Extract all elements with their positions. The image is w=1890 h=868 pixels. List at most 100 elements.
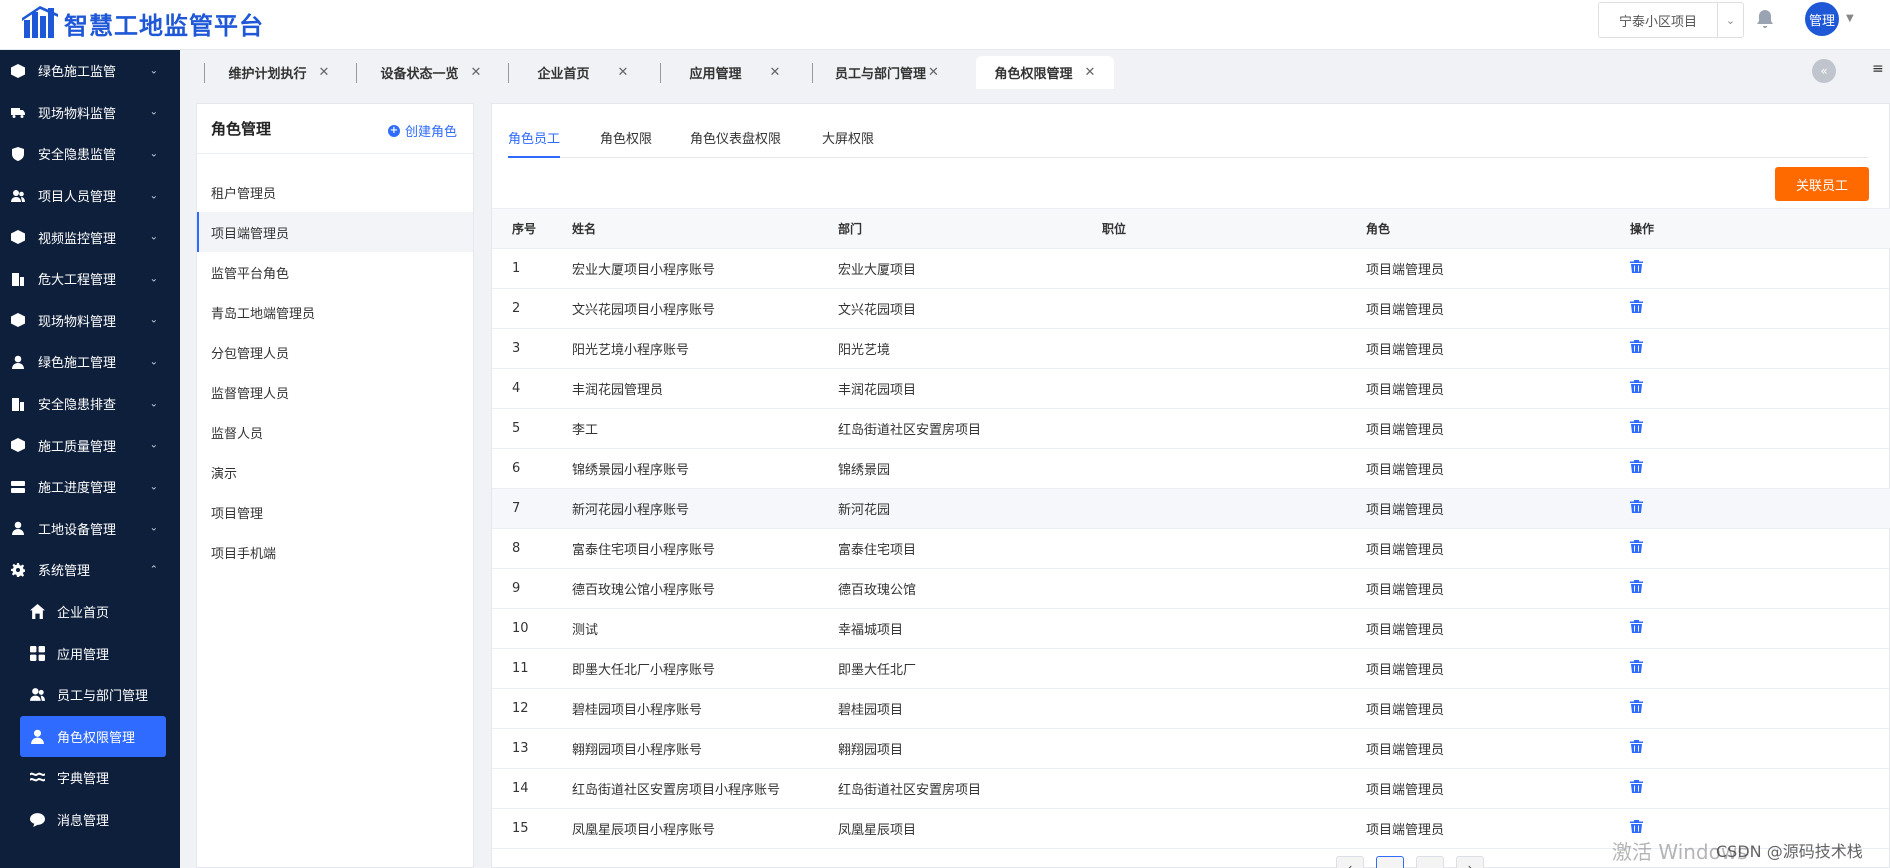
tab-staff-dept[interactable]: 员工与部门管理 ✕ bbox=[812, 56, 962, 89]
page-button[interactable] bbox=[1416, 856, 1444, 868]
role-item[interactable]: 监督人员 bbox=[197, 412, 473, 452]
trash-icon[interactable] bbox=[1630, 500, 1643, 513]
trash-icon[interactable] bbox=[1630, 700, 1643, 713]
cube-icon bbox=[11, 438, 25, 453]
table-row[interactable]: 3 阳光艺境小程序账号 阳光艺境 项目端管理员 bbox=[492, 328, 1890, 369]
tab-maintenance-plan[interactable]: 维护计划执行 ✕ bbox=[204, 56, 354, 89]
role-item[interactable]: 项目端管理员 bbox=[197, 212, 473, 252]
sidebar-item[interactable]: 现场物料管理 ⌄ bbox=[0, 300, 180, 342]
close-icon[interactable]: ✕ bbox=[770, 65, 781, 80]
home-icon bbox=[29, 604, 45, 620]
avatar[interactable]: 管理 bbox=[1805, 2, 1839, 36]
create-role-button[interactable]: + 创建角色 bbox=[387, 121, 457, 140]
trash-icon[interactable] bbox=[1630, 580, 1643, 593]
building-icon bbox=[11, 272, 25, 286]
user-icon bbox=[11, 355, 25, 369]
sidebar-item[interactable]: 安全隐患监管 ⌄ bbox=[0, 133, 180, 175]
close-icon[interactable]: ✕ bbox=[928, 65, 939, 80]
cell-role: 项目端管理员 bbox=[1366, 288, 1630, 329]
trash-icon[interactable] bbox=[1630, 460, 1643, 473]
table-row[interactable]: 9 德百玫瑰公馆小程序账号 德百玫瑰公馆 项目端管理员 bbox=[492, 568, 1890, 609]
next-page-button[interactable]: › bbox=[1456, 856, 1484, 868]
trash-icon[interactable] bbox=[1630, 540, 1643, 553]
close-icon[interactable]: ✕ bbox=[618, 65, 629, 80]
role-item[interactable]: 项目管理 bbox=[197, 492, 473, 532]
users-icon bbox=[11, 189, 25, 203]
trash-icon[interactable] bbox=[1630, 660, 1643, 673]
trash-icon[interactable] bbox=[1630, 740, 1643, 753]
app-logo[interactable]: 智慧工地监管平台 bbox=[22, 4, 264, 42]
caret-down-icon[interactable]: ▼ bbox=[1846, 13, 1854, 24]
trash-icon[interactable] bbox=[1630, 300, 1643, 313]
table-row[interactable]: 11 即墨大任北厂小程序账号 即墨大任北厂 项目端管理员 bbox=[492, 648, 1890, 689]
tab-app-management[interactable]: 应用管理 ✕ bbox=[660, 56, 810, 89]
truck-icon bbox=[11, 105, 25, 119]
top-header: 智慧工地监管平台 宁泰小区项目 ⌄ 管理 ▼ bbox=[0, 0, 1890, 50]
table-row[interactable]: 7 新河花园小程序账号 新河花园 项目端管理员 bbox=[492, 488, 1890, 529]
link-staff-button[interactable]: 关联员工 bbox=[1775, 167, 1869, 201]
table-row[interactable]: 2 文兴花园项目小程序账号 文兴花园项目 项目端管理员 bbox=[492, 288, 1890, 329]
bell-icon[interactable] bbox=[1755, 8, 1775, 30]
sidebar-item[interactable]: 危大工程管理 ⌄ bbox=[0, 258, 180, 300]
table-row[interactable]: 5 李工 红岛街道社区安置房项目 项目端管理员 bbox=[492, 408, 1890, 449]
sidebar-item[interactable]: 项目人员管理 ⌄ bbox=[0, 175, 180, 217]
sidebar-subitem[interactable]: 应用管理 bbox=[20, 632, 166, 674]
tab-role-permission[interactable]: 角色权限管理 ✕ bbox=[976, 56, 1114, 89]
trash-icon[interactable] bbox=[1630, 780, 1643, 793]
trash-icon[interactable] bbox=[1630, 620, 1643, 633]
sidebar-item[interactable]: 绿色施工监管 ⌄ bbox=[0, 50, 180, 92]
sidebar-item[interactable]: 施工质量管理 ⌄ bbox=[0, 424, 180, 466]
sidebar-subitem[interactable]: 字典管理 bbox=[20, 757, 166, 799]
menu-icon[interactable]: ≡ bbox=[1872, 61, 1884, 77]
role-item[interactable]: 租户管理员 bbox=[197, 172, 473, 212]
table-row[interactable]: 12 碧桂园项目小程序账号 碧桂园项目 项目端管理员 bbox=[492, 688, 1890, 729]
close-icon[interactable]: ✕ bbox=[319, 65, 330, 80]
sidebar-item[interactable]: 施工进度管理 ⌄ bbox=[0, 466, 180, 508]
table-row[interactable]: 1 宏业大厦项目小程序账号 宏业大厦项目 项目端管理员 bbox=[492, 248, 1890, 289]
trash-icon[interactable] bbox=[1630, 260, 1643, 273]
role-item[interactable]: 项目手机端 bbox=[197, 532, 473, 572]
sidebar-item[interactable]: 绿色施工管理 ⌄ bbox=[0, 341, 180, 383]
sidebar-subitem[interactable]: 企业首页 bbox=[20, 591, 166, 633]
subtab-bigscreen-permission[interactable]: 大屏权限 bbox=[822, 128, 874, 158]
table-row[interactable]: 4 丰润花园管理员 丰润花园项目 项目端管理员 bbox=[492, 368, 1890, 409]
close-icon[interactable]: ✕ bbox=[471, 65, 482, 80]
role-item[interactable]: 监管平台角色 bbox=[197, 252, 473, 292]
sidebar-subitem[interactable]: 员工与部门管理 bbox=[20, 674, 166, 716]
cell-name: 凤凰星辰项目小程序账号 bbox=[572, 808, 838, 849]
sidebar-item[interactable]: 安全隐患排查 ⌄ bbox=[0, 383, 180, 425]
prev-page-button[interactable]: ‹ bbox=[1336, 856, 1364, 868]
sidebar-item[interactable]: 工地设备管理 ⌄ bbox=[0, 508, 180, 550]
table-row[interactable]: 13 翱翔园项目小程序账号 翱翔园项目 项目端管理员 bbox=[492, 728, 1890, 769]
subtab-role-staff[interactable]: 角色员工 bbox=[508, 128, 561, 158]
sidebar-subitem[interactable]: 角色权限管理 bbox=[20, 715, 166, 758]
tab-enterprise-home[interactable]: 企业首页 ✕ bbox=[508, 56, 658, 89]
trash-icon[interactable] bbox=[1630, 420, 1643, 433]
role-item[interactable]: 分包管理人员 bbox=[197, 332, 473, 372]
cell-dept: 凤凰星辰项目 bbox=[838, 808, 1102, 849]
subtab-dashboard-permission[interactable]: 角色仪表盘权限 bbox=[690, 128, 781, 158]
role-item[interactable]: 演示 bbox=[197, 452, 473, 492]
project-select[interactable]: 宁泰小区项目 ⌄ bbox=[1598, 2, 1744, 38]
trash-icon[interactable] bbox=[1630, 340, 1643, 353]
tab-device-status[interactable]: 设备状态一览 ✕ bbox=[356, 56, 506, 89]
subtab-role-permission[interactable]: 角色权限 bbox=[600, 128, 652, 158]
close-icon[interactable]: ✕ bbox=[1085, 65, 1096, 80]
table-row[interactable]: 8 富泰住宅项目小程序账号 富泰住宅项目 项目端管理员 bbox=[492, 528, 1890, 569]
page-button[interactable] bbox=[1376, 856, 1404, 868]
sidebar-item[interactable]: 现场物料监管 ⌄ bbox=[0, 92, 180, 134]
role-item[interactable]: 监督管理人员 bbox=[197, 372, 473, 412]
cell-dept: 碧桂园项目 bbox=[838, 688, 1102, 729]
table-row[interactable]: 14 红岛街道社区安置房项目小程序账号 红岛街道社区安置房项目 项目端管理员 bbox=[492, 768, 1890, 809]
trash-icon[interactable] bbox=[1630, 380, 1643, 393]
role-item[interactable]: 青岛工地端管理员 bbox=[197, 292, 473, 332]
trash-icon[interactable] bbox=[1630, 820, 1643, 833]
table-row[interactable]: 6 锦绣景园小程序账号 锦绣景园 项目端管理员 bbox=[492, 448, 1890, 489]
sidebar-item-label: 项目人员管理 bbox=[38, 190, 117, 206]
sidebar-item[interactable]: 系统管理 ⌃ bbox=[0, 549, 180, 591]
sidebar-item[interactable]: 视频监控管理 ⌄ bbox=[0, 216, 180, 258]
table-row[interactable]: 10 测试 幸福城项目 项目端管理员 bbox=[492, 608, 1890, 649]
cell-position bbox=[1102, 248, 1366, 289]
collapse-tabs-button[interactable]: « bbox=[1812, 59, 1836, 83]
sidebar-subitem[interactable]: 消息管理 bbox=[20, 799, 166, 841]
